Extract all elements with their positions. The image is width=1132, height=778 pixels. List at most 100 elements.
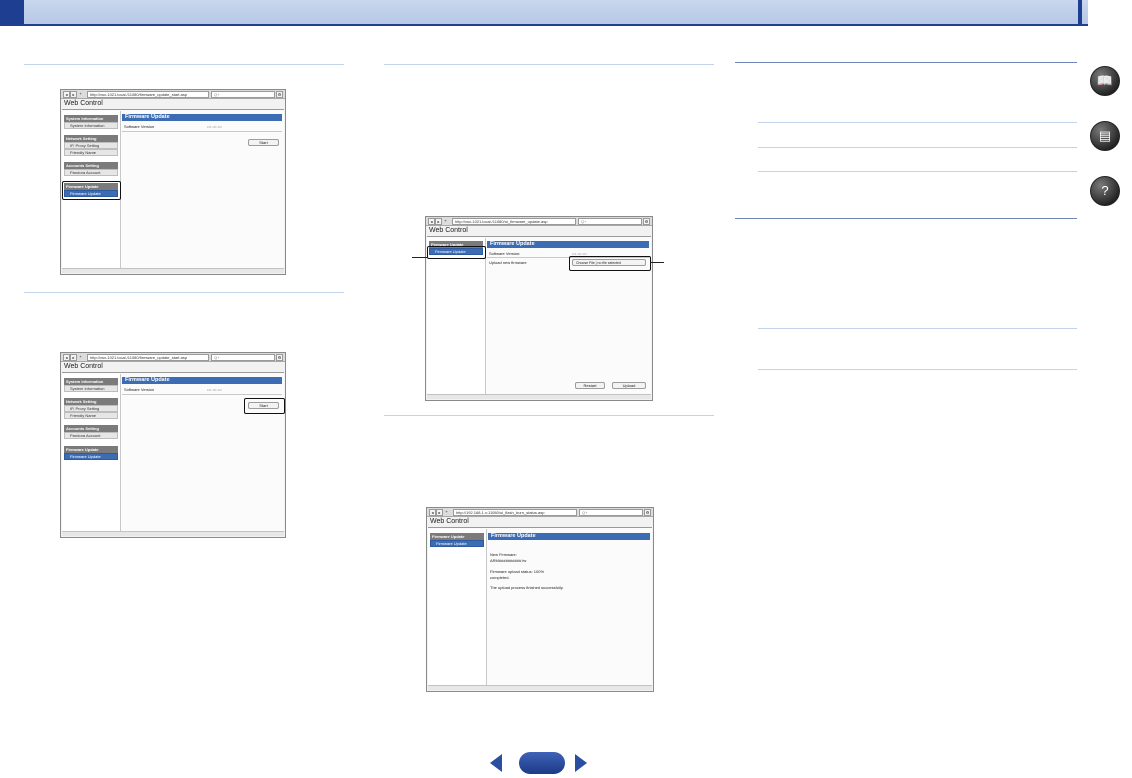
divider — [24, 64, 344, 65]
sidebar: Firmware Update Firmware Update — [427, 238, 486, 398]
back-icon[interactable]: ◂ — [428, 218, 435, 225]
page-header-banner — [0, 0, 1088, 26]
browser-toolbar: ◂ ▸ + http://vsx-1021.local./11080/ui_fi… — [426, 217, 652, 226]
forward-icon[interactable]: ▸ — [436, 509, 443, 516]
software-version-label: Software Version: — [489, 251, 521, 256]
sidebar-head-system-information: System Information — [64, 378, 118, 385]
search-input[interactable]: Q+ — [211, 91, 275, 98]
divider — [735, 62, 1077, 63]
web-control-title: Web Control — [64, 100, 103, 107]
forward-icon[interactable]: ▸ — [70, 91, 77, 98]
sidebar-item-friendly-name[interactable]: Friendly Name — [64, 412, 118, 419]
divider — [758, 369, 1077, 370]
start-button[interactable]: Start — [248, 139, 279, 146]
callout-line — [650, 262, 664, 263]
forward-icon[interactable]: ▸ — [435, 218, 442, 225]
restart-button[interactable]: Restart — [575, 382, 605, 389]
upload-status: Firmware upload status: 100% — [490, 569, 545, 574]
previous-page-icon[interactable] — [490, 754, 502, 772]
upload-button[interactable]: Upload — [612, 382, 646, 389]
upload-label: Upload new firmware — [489, 260, 527, 265]
highlight-box — [427, 246, 486, 259]
highlight-box — [569, 256, 651, 271]
sidebar-head-accounts-setting: Accounts Setting — [64, 162, 118, 169]
add-tab-icon[interactable]: + — [78, 91, 83, 96]
next-page-icon[interactable] — [575, 754, 587, 772]
add-tab-icon[interactable]: + — [443, 218, 448, 223]
sidebar: Firmware Update Firmware Update — [428, 529, 487, 689]
browser-screenshot-start-click: ◂ ▸ + http://vsx-1021.local./11080/firmw… — [60, 352, 286, 538]
web-control-title: Web Control — [64, 363, 103, 370]
browser-toolbar: ◂ ▸ + http://192.168.1.x:11080/ui_flash_… — [427, 508, 653, 517]
browser-screenshot-upload: ◂ ▸ + http://vsx-1021.local./11080/ui_fi… — [425, 216, 653, 401]
web-control-title: Web Control — [429, 227, 468, 234]
sidebar-item-ip-proxy[interactable]: IP, Proxy Setting — [64, 405, 118, 412]
sidebar-head-network-setting: Network Setting — [64, 398, 118, 405]
add-tab-icon[interactable]: + — [444, 509, 449, 514]
sidebar-item-firmware-update[interactable]: Firmware Update — [430, 540, 484, 547]
main-title: Firmware Update — [122, 114, 282, 121]
address-bar[interactable]: http://vsx-1021.local./11080/firmware_up… — [87, 354, 209, 361]
divider — [122, 131, 282, 132]
browser-status-bar — [62, 268, 284, 273]
software-version-label: Software Version — [124, 387, 155, 392]
book-icon[interactable]: 📖 — [1090, 66, 1120, 96]
upload-completed: completed. — [490, 575, 510, 580]
page-number-button[interactable] — [519, 752, 565, 774]
divider — [122, 394, 282, 395]
main-title: Firmware Update — [488, 533, 650, 540]
software-version-value: •••.•••.••• — [207, 124, 222, 129]
divider — [758, 328, 1077, 329]
gear-icon[interactable]: ⚙ — [276, 91, 283, 98]
search-input[interactable]: Q+ — [578, 218, 642, 225]
software-version-label: Software Version — [124, 124, 155, 129]
search-input[interactable]: Q+ — [579, 509, 643, 516]
address-bar[interactable]: http://vsx-1021.local./11080/ui_firmware… — [452, 218, 576, 225]
sidebar-head-accounts-setting: Accounts Setting — [64, 425, 118, 432]
divider — [758, 147, 1077, 148]
add-tab-icon[interactable]: + — [78, 354, 83, 359]
new-firmware-label: New Firmware: — [490, 552, 517, 557]
remote-icon[interactable]: ▤ — [1090, 121, 1120, 151]
new-firmware-value: ARM##########.fw — [490, 558, 527, 563]
banner-end-mark — [1078, 0, 1082, 26]
sidebar-item-ip-proxy[interactable]: IP, Proxy Setting — [64, 142, 118, 149]
browser-status-bar — [427, 394, 651, 399]
browser-status-bar — [428, 685, 652, 690]
web-control-title: Web Control — [430, 518, 469, 525]
gear-icon[interactable]: ⚙ — [276, 354, 283, 361]
browser-toolbar: ◂ ▸ + http://vsx-1021.local./11080/firmw… — [61, 353, 285, 362]
highlight-box — [244, 398, 285, 414]
divider — [758, 171, 1077, 172]
back-icon[interactable]: ◂ — [429, 509, 436, 516]
sidebar-head-system-information: System Information — [64, 115, 118, 122]
sidebar-item-system-information[interactable]: System Information — [64, 122, 118, 129]
browser-toolbar: ◂ ▸ + http://vsx-1021.local./11080/firmw… — [61, 90, 285, 99]
main-title: Firmware Update — [122, 377, 282, 384]
browser-screenshot-start: ◂ ▸ + http://vsx-1021.local./11080/firmw… — [60, 89, 286, 275]
divider — [24, 292, 344, 293]
gear-icon[interactable]: ⚙ — [643, 218, 650, 225]
sidebar-head-firmware-update: Firmware Update — [64, 446, 118, 453]
sidebar-item-pandora[interactable]: Pandora Account — [64, 432, 118, 439]
browser-status-bar — [62, 531, 284, 536]
divider — [384, 64, 714, 65]
address-bar[interactable]: http://vsx-1021.local./11080/firmware_up… — [87, 91, 209, 98]
divider — [384, 415, 714, 416]
software-version-value: •••.•••.••• — [207, 387, 222, 392]
back-icon[interactable]: ◂ — [63, 354, 70, 361]
gear-icon[interactable]: ⚙ — [644, 509, 651, 516]
sidebar-item-system-information[interactable]: System Information — [64, 385, 118, 392]
help-icon[interactable]: ? — [1090, 176, 1120, 206]
address-bar[interactable]: http://192.168.1.x:11080/ui_flash_burn_s… — [453, 509, 577, 516]
sidebar-item-pandora[interactable]: Pandora Account — [64, 169, 118, 176]
sidebar-item-friendly-name[interactable]: Friendly Name — [64, 149, 118, 156]
callout-line — [412, 257, 428, 258]
main-title: Firmware Update — [487, 241, 649, 248]
sidebar-item-firmware-update[interactable]: Firmware Update — [64, 453, 118, 460]
highlight-box — [62, 181, 121, 200]
search-input[interactable]: Q+ — [211, 354, 275, 361]
divider — [758, 122, 1077, 123]
forward-icon[interactable]: ▸ — [70, 354, 77, 361]
back-icon[interactable]: ◂ — [63, 91, 70, 98]
